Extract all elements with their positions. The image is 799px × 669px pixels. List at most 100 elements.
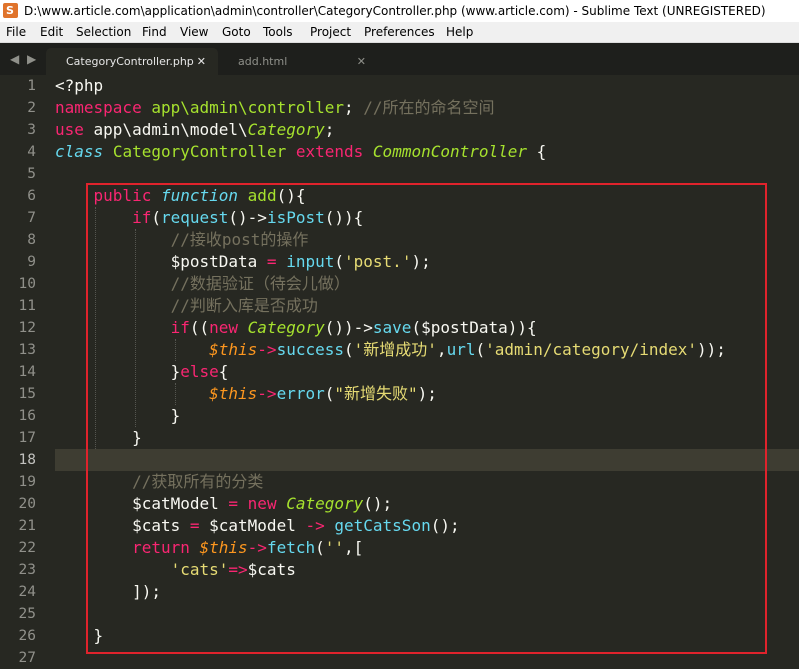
code-line[interactable]: //数据验证（待会儿做） <box>55 273 799 295</box>
code-token: } <box>55 362 181 381</box>
menu-view[interactable]: View <box>180 22 208 42</box>
code-line[interactable]: 'cats'=>$cats <box>55 559 799 581</box>
code-line[interactable]: //判断入库是否成功 <box>55 295 799 317</box>
code-token: app\admin\controller <box>151 98 344 117</box>
code-line[interactable]: ]); <box>55 581 799 603</box>
code-token: Category <box>247 120 325 139</box>
code-line[interactable]: $this->error("新增失败"); <box>55 383 799 405</box>
code-line[interactable]: if(request()->isPost()){ <box>55 207 799 229</box>
code-token: -> <box>257 384 277 403</box>
code-token: ); <box>417 384 437 403</box>
line-number: 10 <box>18 276 36 292</box>
code-line[interactable]: }else{ <box>55 361 799 383</box>
code-line[interactable]: $cats = $catModel -> getCatsSon(); <box>55 515 799 537</box>
code-token: 'post.' <box>344 252 412 271</box>
code-token: = <box>189 516 200 535</box>
code-line[interactable]: $catModel = new Category(); <box>55 493 799 515</box>
menu-project[interactable]: Project <box>310 22 351 42</box>
code-line[interactable]: } <box>55 405 799 427</box>
code-token: 'admin/category/index' <box>485 340 698 359</box>
code-token: ]); <box>55 582 161 601</box>
code-token: '新增成功' <box>353 340 437 359</box>
code-token: error <box>276 384 325 403</box>
code-token: )); <box>697 340 726 359</box>
code-token: ; <box>344 98 364 117</box>
code-token: (( <box>189 318 210 337</box>
code-token: ($postData)){ <box>411 318 537 337</box>
line-number: 22 <box>18 540 36 556</box>
code-line[interactable]: } <box>55 427 799 449</box>
code-line[interactable]: <?php <box>55 75 799 97</box>
code-token: Category <box>286 494 364 513</box>
code-token: ( <box>151 208 161 227</box>
tab-label: CategoryController.php <box>66 55 194 68</box>
code-editor[interactable]: 1 2 3 4 5 6 7 8 9 10 11 12 13 14 15 16 17 18 19 20 21 22 23 24 2… <box>0 75 799 666</box>
code-line[interactable]: //获取所有的分类 <box>55 471 799 493</box>
tab-category-controller[interactable]: CategoryController.php ✕ <box>46 48 218 75</box>
code-line[interactable] <box>55 163 799 185</box>
code-token: -> <box>247 538 267 557</box>
code-line[interactable]: $postData = input('post.'); <box>55 251 799 273</box>
menu-bar: File Edit Selection Find View Goto Tools… <box>0 22 799 43</box>
code-line[interactable]: return $this->fetch('',[ <box>55 537 799 559</box>
code-line[interactable]: if((new Category())->save($postData)){ <box>55 317 799 339</box>
code-line[interactable]: public function add(){ <box>55 185 799 207</box>
close-icon[interactable]: ✕ <box>357 48 366 75</box>
code-token: ( <box>324 384 335 403</box>
line-number: 3 <box>27 122 36 138</box>
menu-help[interactable]: Help <box>446 22 473 42</box>
code-line[interactable]: } <box>55 625 799 647</box>
code-line[interactable] <box>55 647 799 669</box>
code-token: else <box>180 362 219 381</box>
indent-guide <box>95 207 96 449</box>
code-line[interactable]: $this->success('新增成功',url('admin/categor… <box>55 339 799 361</box>
code-token: (); <box>363 494 393 513</box>
code-token: if <box>170 318 190 337</box>
code-line[interactable] <box>55 603 799 625</box>
line-number: 5 <box>27 166 36 182</box>
code-line[interactable]: namespace app\admin\controller; //所在的命名空… <box>55 97 799 119</box>
code-token: add <box>247 186 277 205</box>
menu-preferences[interactable]: Preferences <box>364 22 435 42</box>
close-icon[interactable]: ✕ <box>197 48 206 75</box>
code-token: } <box>55 626 104 645</box>
code-token: Category <box>247 318 325 337</box>
code-line[interactable] <box>55 449 799 471</box>
code-token: input <box>286 252 335 271</box>
line-number: 15 <box>18 386 36 402</box>
code-token: '' <box>324 538 345 557</box>
code-line[interactable]: //接收post的操作 <box>55 229 799 251</box>
menu-file[interactable]: File <box>6 22 26 42</box>
menu-find[interactable]: Find <box>142 22 167 42</box>
tab-add-html[interactable]: add.html ✕ <box>218 48 378 75</box>
line-number: 6 <box>27 188 36 204</box>
menu-edit[interactable]: Edit <box>40 22 63 42</box>
menu-goto[interactable]: Goto <box>222 22 251 42</box>
code-token: $cats <box>247 560 296 579</box>
line-number: 8 <box>27 232 36 248</box>
code-token: (); <box>430 516 460 535</box>
menu-tools[interactable]: Tools <box>263 22 293 42</box>
code-token: $this <box>199 538 248 557</box>
tab-navigation-arrows-icon[interactable]: ◀ ▶ <box>10 52 38 66</box>
code-token: if <box>132 208 152 227</box>
line-number: 13 <box>18 342 36 358</box>
code-line[interactable]: class CategoryController extends CommonC… <box>55 141 799 163</box>
code-token: request <box>160 208 229 227</box>
code-line[interactable]: use app\admin\model\Category; <box>55 119 799 141</box>
code-token: $this <box>209 340 258 359</box>
code-token: extends <box>295 142 364 161</box>
line-number: 24 <box>18 584 36 600</box>
menu-selection[interactable]: Selection <box>76 22 131 42</box>
indent-guide <box>175 383 176 405</box>
code-area[interactable]: <?php namespace app\admin\controller; //所… <box>55 75 799 669</box>
